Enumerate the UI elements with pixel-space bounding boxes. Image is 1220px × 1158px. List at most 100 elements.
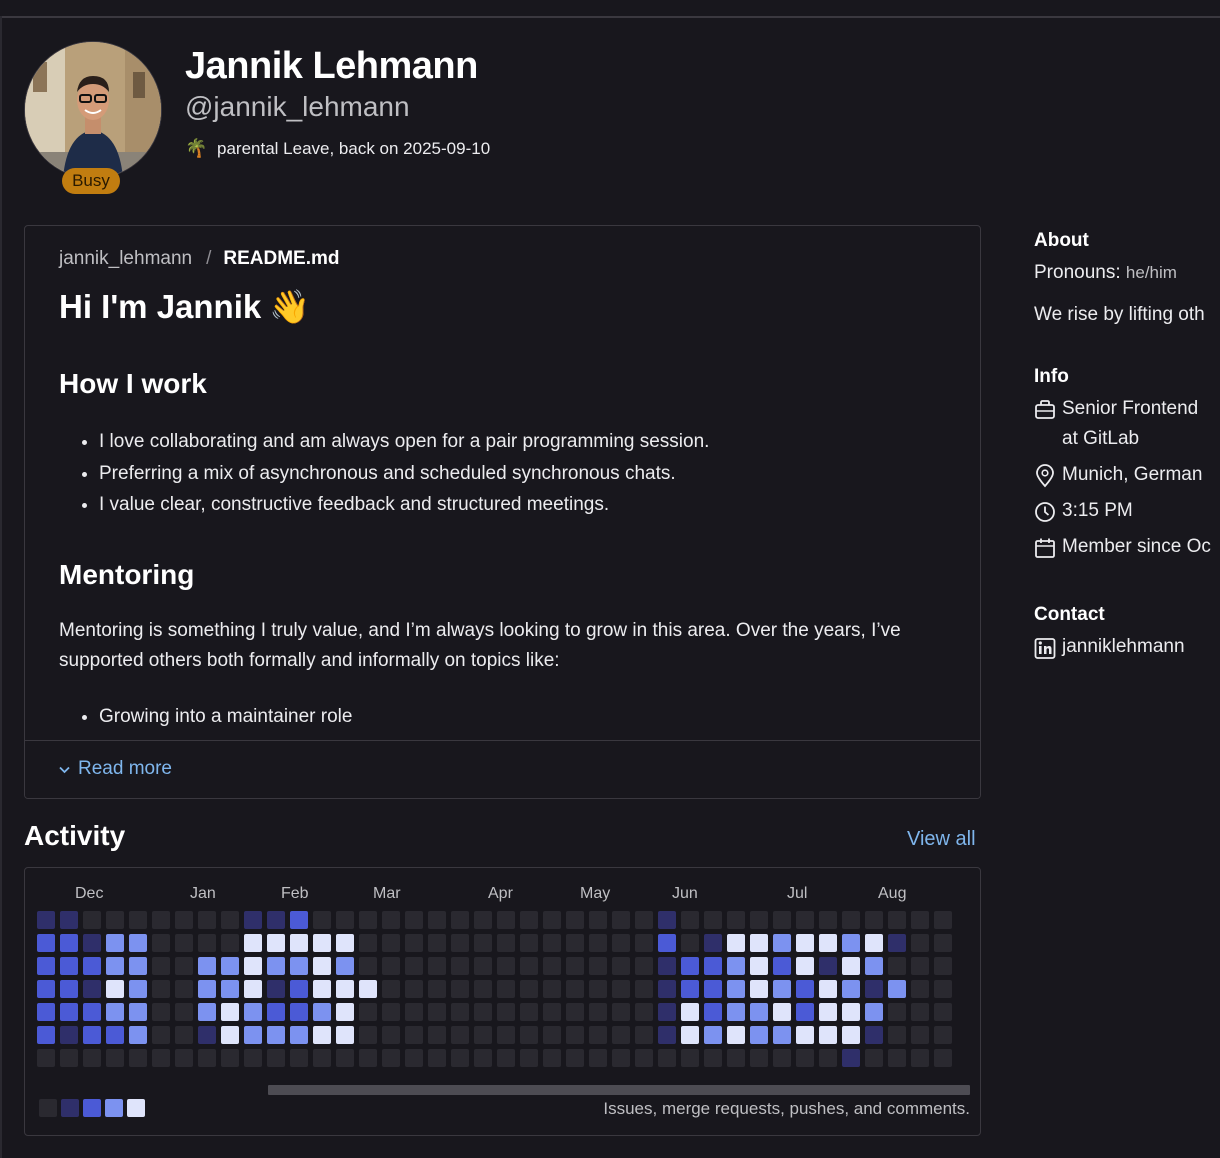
calendar-day-cell[interactable] <box>267 980 285 998</box>
calendar-day-cell[interactable] <box>727 1049 745 1067</box>
calendar-day-cell[interactable] <box>911 934 929 952</box>
calendar-day-cell[interactable] <box>83 1026 101 1044</box>
calendar-day-cell[interactable] <box>796 1026 814 1044</box>
calendar-day-cell[interactable] <box>221 934 239 952</box>
calendar-day-cell[interactable] <box>750 1026 768 1044</box>
calendar-day-cell[interactable] <box>405 1026 423 1044</box>
calendar-day-cell[interactable] <box>336 1049 354 1067</box>
calendar-day-cell[interactable] <box>658 1026 676 1044</box>
calendar-day-cell[interactable] <box>543 1049 561 1067</box>
calendar-day-cell[interactable] <box>819 980 837 998</box>
calendar-day-cell[interactable] <box>428 911 446 929</box>
calendar-day-cell[interactable] <box>566 957 584 975</box>
calendar-day-cell[interactable] <box>382 911 400 929</box>
calendar-day-cell[interactable] <box>451 1049 469 1067</box>
calendar-day-cell[interactable] <box>290 1003 308 1021</box>
calendar-day-cell[interactable] <box>566 1026 584 1044</box>
calendar-day-cell[interactable] <box>83 934 101 952</box>
calendar-day-cell[interactable] <box>198 1026 216 1044</box>
calendar-day-cell[interactable] <box>704 1049 722 1067</box>
calendar-day-cell[interactable] <box>474 934 492 952</box>
calendar-day-cell[interactable] <box>37 934 55 952</box>
calendar-day-cell[interactable] <box>37 1049 55 1067</box>
calendar-day-cell[interactable] <box>681 957 699 975</box>
calendar-day-cell[interactable] <box>83 911 101 929</box>
calendar-day-cell[interactable] <box>566 911 584 929</box>
calendar-day-cell[interactable] <box>451 934 469 952</box>
calendar-day-cell[interactable] <box>359 1026 377 1044</box>
calendar-day-cell[interactable] <box>37 980 55 998</box>
calendar-day-cell[interactable] <box>612 934 630 952</box>
calendar-day-cell[interactable] <box>60 1026 78 1044</box>
calendar-day-cell[interactable] <box>704 980 722 998</box>
calendar-day-cell[interactable] <box>382 1049 400 1067</box>
calendar-day-cell[interactable] <box>727 1026 745 1044</box>
calendar-day-cell[interactable] <box>773 934 791 952</box>
calendar-day-cell[interactable] <box>819 1049 837 1067</box>
calendar-day-cell[interactable] <box>612 911 630 929</box>
calendar-day-cell[interactable] <box>612 1026 630 1044</box>
calendar-day-cell[interactable] <box>106 1049 124 1067</box>
calendar-day-cell[interactable] <box>796 1049 814 1067</box>
calendar-day-cell[interactable] <box>911 1003 929 1021</box>
calendar-day-cell[interactable] <box>198 980 216 998</box>
calendar-day-cell[interactable] <box>589 957 607 975</box>
calendar-day-cell[interactable] <box>382 1026 400 1044</box>
calendar-day-cell[interactable] <box>888 934 906 952</box>
calendar-day-cell[interactable] <box>612 1049 630 1067</box>
calendar-day-cell[interactable] <box>635 957 653 975</box>
calendar-day-cell[interactable] <box>290 934 308 952</box>
calendar-day-cell[interactable] <box>888 1003 906 1021</box>
calendar-day-cell[interactable] <box>37 1003 55 1021</box>
calendar-day-cell[interactable] <box>359 957 377 975</box>
calendar-day-cell[interactable] <box>175 980 193 998</box>
calendar-day-cell[interactable] <box>244 911 262 929</box>
calendar-day-cell[interactable] <box>750 934 768 952</box>
calendar-day-cell[interactable] <box>612 1003 630 1021</box>
calendar-day-cell[interactable] <box>888 1049 906 1067</box>
calendar-day-cell[interactable] <box>106 957 124 975</box>
calendar-day-cell[interactable] <box>106 1026 124 1044</box>
calendar-day-cell[interactable] <box>543 1026 561 1044</box>
calendar-day-cell[interactable] <box>658 934 676 952</box>
calendar-day-cell[interactable] <box>497 1003 515 1021</box>
calendar-day-cell[interactable] <box>336 957 354 975</box>
calendar-day-cell[interactable] <box>152 1026 170 1044</box>
calendar-day-cell[interactable] <box>911 1049 929 1067</box>
calendar-day-cell[interactable] <box>267 1026 285 1044</box>
calendar-day-cell[interactable] <box>106 1003 124 1021</box>
calendar-day-cell[interactable] <box>60 1003 78 1021</box>
calendar-day-cell[interactable] <box>796 911 814 929</box>
calendar-day-cell[interactable] <box>543 980 561 998</box>
calendar-day-cell[interactable] <box>819 1026 837 1044</box>
calendar-day-cell[interactable] <box>658 911 676 929</box>
calendar-day-cell[interactable] <box>520 1049 538 1067</box>
calendar-day-cell[interactable] <box>198 911 216 929</box>
calendar-day-cell[interactable] <box>83 980 101 998</box>
avatar[interactable] <box>24 41 162 179</box>
calendar-day-cell[interactable] <box>842 934 860 952</box>
calendar-day-cell[interactable] <box>589 1003 607 1021</box>
calendar-day-cell[interactable] <box>704 1003 722 1021</box>
calendar-day-cell[interactable] <box>842 911 860 929</box>
calendar-day-cell[interactable] <box>428 1003 446 1021</box>
calendar-day-cell[interactable] <box>152 957 170 975</box>
calendar-day-cell[interactable] <box>152 1003 170 1021</box>
calendar-day-cell[interactable] <box>865 957 883 975</box>
calendar-day-cell[interactable] <box>474 980 492 998</box>
calendar-day-cell[interactable] <box>60 934 78 952</box>
calendar-day-cell[interactable] <box>359 934 377 952</box>
calendar-day-cell[interactable] <box>911 1026 929 1044</box>
calendar-day-cell[interactable] <box>934 1049 952 1067</box>
calendar-day-cell[interactable] <box>497 934 515 952</box>
calendar-day-cell[interactable] <box>221 1003 239 1021</box>
calendar-day-cell[interactable] <box>543 957 561 975</box>
calendar-day-cell[interactable] <box>336 1003 354 1021</box>
calendar-day-cell[interactable] <box>865 911 883 929</box>
calendar-day-cell[interactable] <box>129 934 147 952</box>
calendar-day-cell[interactable] <box>796 957 814 975</box>
calendar-day-cell[interactable] <box>704 911 722 929</box>
calendar-day-cell[interactable] <box>681 980 699 998</box>
calendar-day-cell[interactable] <box>658 957 676 975</box>
calendar-day-cell[interactable] <box>750 911 768 929</box>
